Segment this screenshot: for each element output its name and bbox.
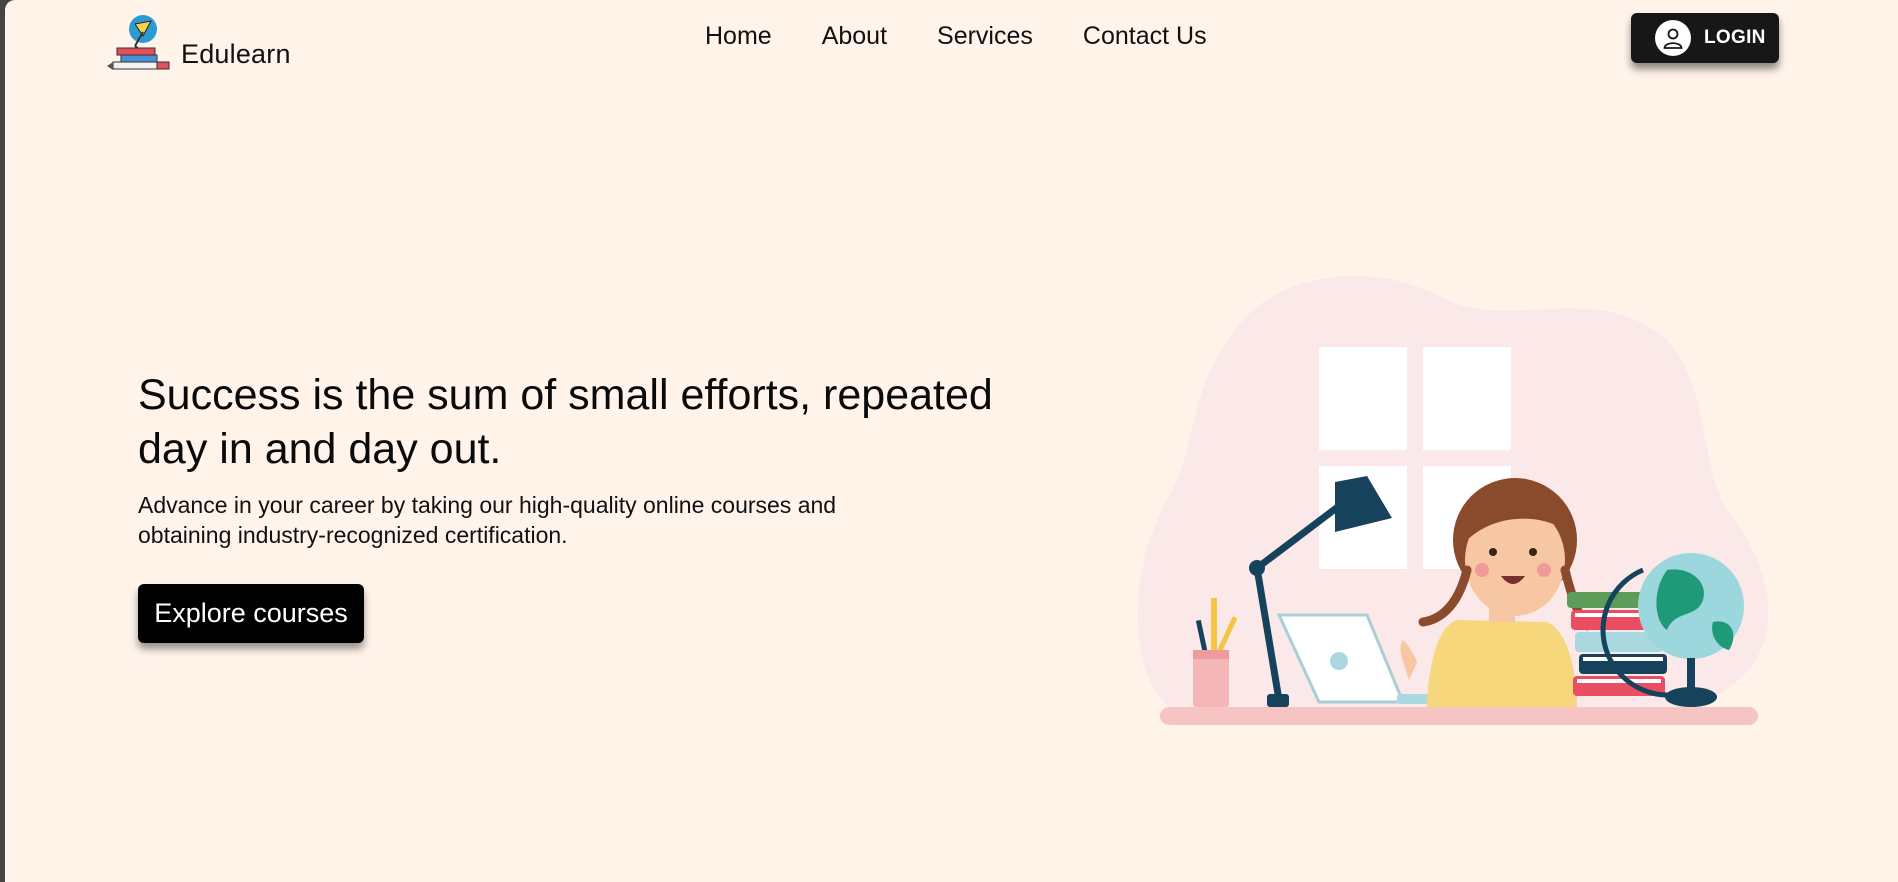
study-illustration [1137, 276, 1769, 725]
desk-icon [1160, 707, 1758, 725]
nav-home[interactable]: Home [705, 22, 772, 51]
nav-contact-us[interactable]: Contact Us [1083, 22, 1207, 51]
hero-subtitle: Advance in your career by taking our hig… [138, 492, 837, 548]
main-nav: Home About Services Contact Us [705, 22, 1257, 51]
logo-icon [107, 15, 170, 70]
page: Edulearn Home About Services Contact Us … [5, 0, 1898, 882]
nav-about[interactable]: About [822, 22, 887, 51]
login-button[interactable]: LOGIN [1631, 13, 1779, 63]
header: Edulearn Home About Services Contact Us … [5, 0, 1898, 90]
explore-courses-button[interactable]: Explore courses [138, 584, 364, 643]
brand-logo[interactable]: Edulearn [107, 14, 291, 72]
user-icon [1655, 20, 1691, 56]
nav-services[interactable]: Services [937, 22, 1033, 51]
brand-name: Edulearn [181, 39, 291, 69]
login-label: LOGIN [1704, 27, 1766, 48]
hero-title: Success is the sum of small efforts, rep… [138, 371, 993, 473]
